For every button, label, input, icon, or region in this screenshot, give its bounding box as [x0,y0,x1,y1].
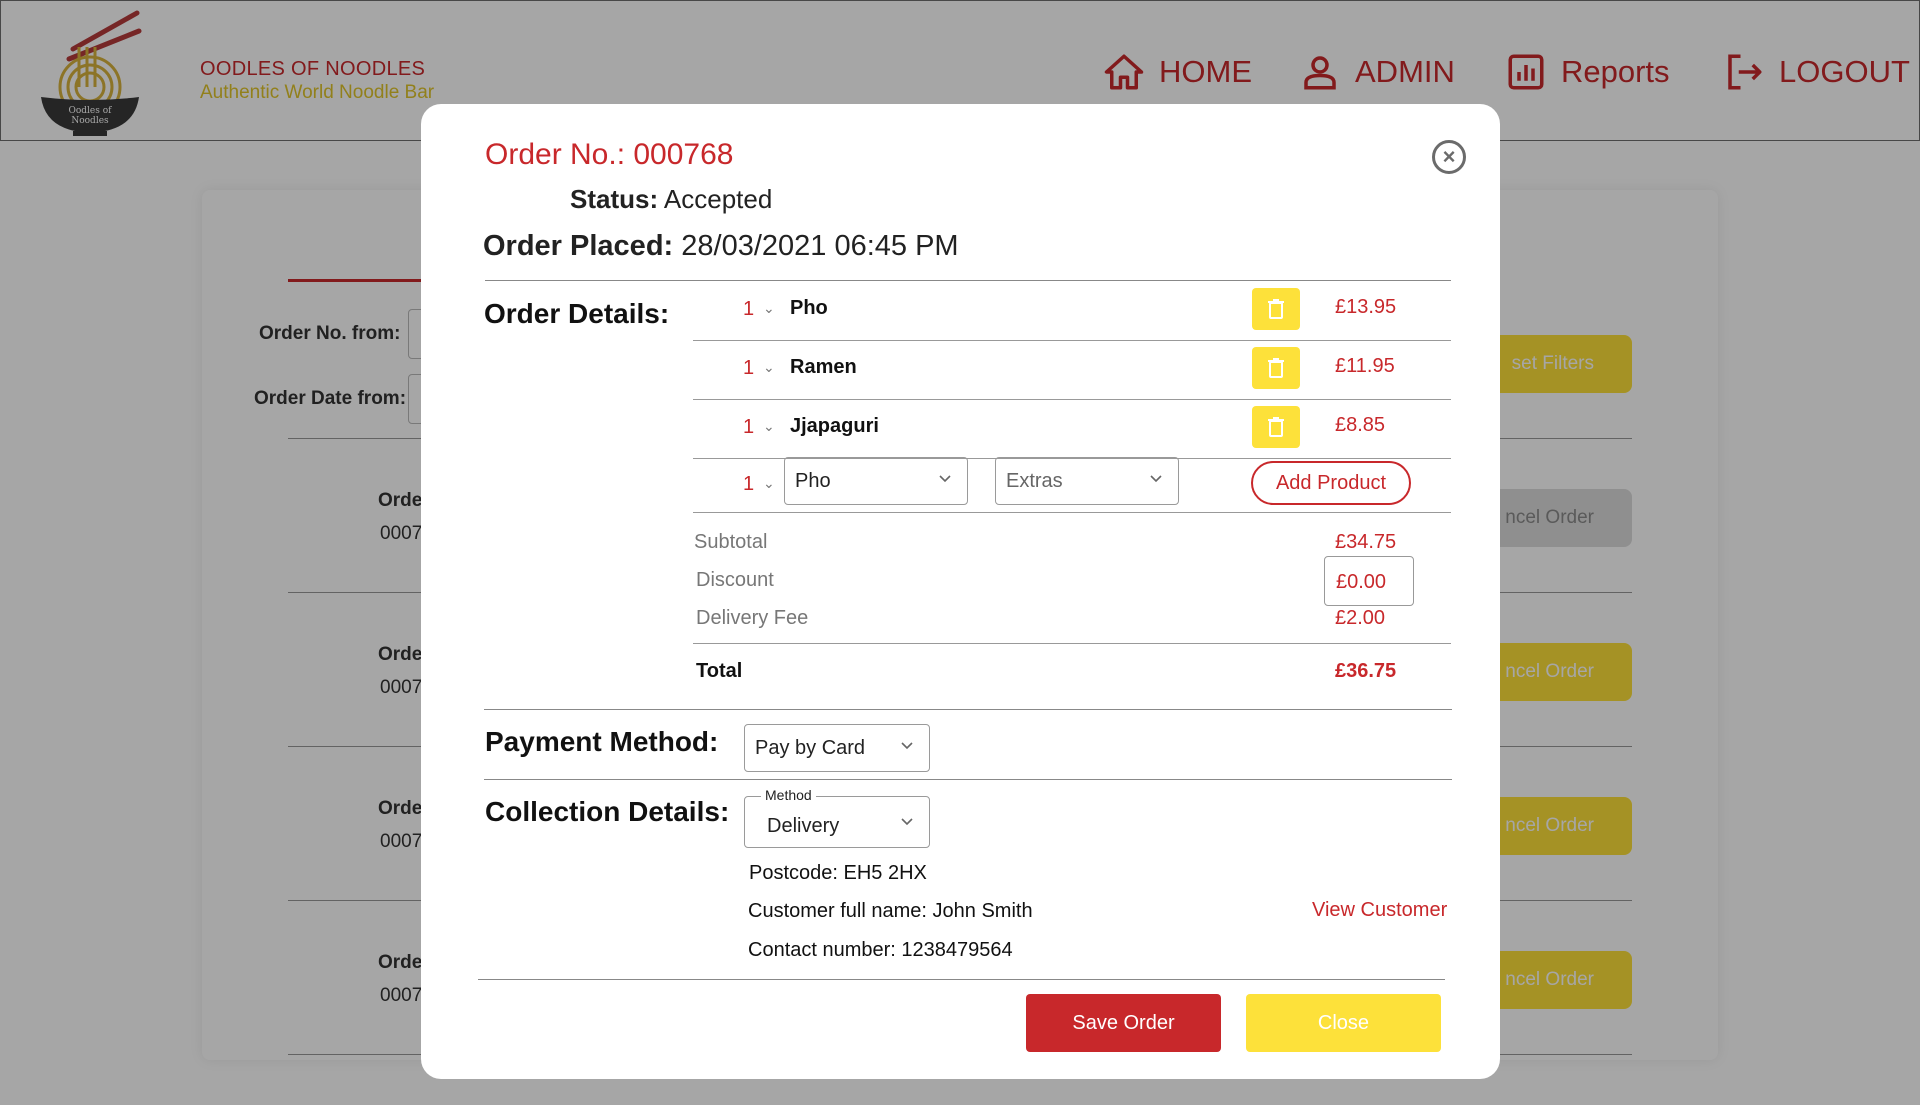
placed-label: Order Placed: [483,230,674,262]
collection-method-select[interactable]: Method Delivery [744,787,930,848]
method-legend: Method [761,787,816,803]
placed-value: 28/03/2021 06:45 PM [681,230,959,262]
product-select-value: Pho [795,469,831,492]
divider [484,709,1452,710]
item-name: Jjapaguri [790,415,879,437]
order-item-row: 1 ⌄ Ramen £11.95 [693,341,1451,399]
total-value: £36.75 [1335,660,1397,682]
collection-details-title: Collection Details: [485,796,730,827]
item-price: £11.95 [1335,355,1395,377]
chevron-down-icon[interactable]: ⌄ [763,418,775,435]
payment-method-title: Payment Method: [485,726,719,757]
chevron-down-icon [939,475,951,483]
chevron-down-icon[interactable]: ⌄ [763,475,775,492]
extras-select[interactable]: Extras [995,457,1179,505]
extras-select-placeholder: Extras [1006,469,1063,492]
delete-item-button[interactable] [1252,347,1300,389]
delivery-fee-label: Delivery Fee [696,607,809,629]
divider [478,979,1445,980]
order-details-title: Order Details: [484,298,670,329]
chevron-down-icon[interactable]: ⌄ [763,359,775,376]
trash-icon [1268,417,1284,437]
close-button[interactable]: Close [1246,994,1441,1052]
order-status: Status: Accepted [570,184,772,215]
add-product-button[interactable]: Add Product [1251,461,1411,505]
close-icon[interactable]: × [1432,140,1466,174]
chevron-down-icon [901,742,913,750]
view-customer-link[interactable]: View Customer [1312,899,1447,922]
trash-icon [1268,299,1284,319]
divider [485,280,1451,281]
item-name: Ramen [790,356,857,378]
chevron-down-icon[interactable]: ⌄ [763,300,775,317]
status-value: Accepted [663,184,773,214]
delivery-fee-value: £2.00 [1335,607,1386,629]
customer-name: Customer full name: John Smith [748,900,1033,922]
order-placed: Order Placed: 28/03/2021 06:45 PM [483,230,959,263]
discount-label: Discount [696,569,774,591]
order-item-row: 1 ⌄ Jjapaguri £8.85 [693,400,1451,458]
chevron-down-icon [1150,475,1162,483]
item-price: £13.95 [1335,296,1397,318]
postcode: Postcode: EH5 2HX [749,862,927,884]
order-item-row: 1 ⌄ Pho £13.95 [693,282,1451,340]
quantity-select[interactable]: 1 [743,298,754,321]
save-order-button[interactable]: Save Order [1026,994,1221,1052]
delete-item-button[interactable] [1252,406,1300,448]
collection-method-value: Delivery [767,814,840,837]
contact-number: Contact number: 1238479564 [748,939,1013,961]
quantity-select[interactable]: 1 [743,416,754,439]
order-modal: Order No.: 000768 × Status: Accepted Ord… [421,104,1500,1079]
chevron-down-icon [901,818,913,826]
total-label: Total [696,660,743,682]
divider [693,512,1451,513]
quantity-select[interactable]: 1 [743,357,754,380]
item-price: £8.85 [1335,414,1386,436]
payment-method-select[interactable]: Pay by Card [744,724,930,772]
discount-input[interactable]: £0.00 [1324,556,1414,606]
trash-icon [1268,358,1284,378]
delete-item-button[interactable] [1252,288,1300,330]
subtotal-label: Subtotal [694,531,768,553]
order-number-title: Order No.: 000768 [485,138,734,171]
item-name: Pho [790,297,828,319]
divider [693,643,1451,644]
new-quantity-select[interactable]: 1 [743,473,754,496]
subtotal-value: £34.75 [1335,531,1397,553]
status-label: Status: [570,184,659,214]
payment-method-value: Pay by Card [755,736,866,759]
product-select[interactable]: Pho [784,457,968,505]
divider [484,779,1452,780]
